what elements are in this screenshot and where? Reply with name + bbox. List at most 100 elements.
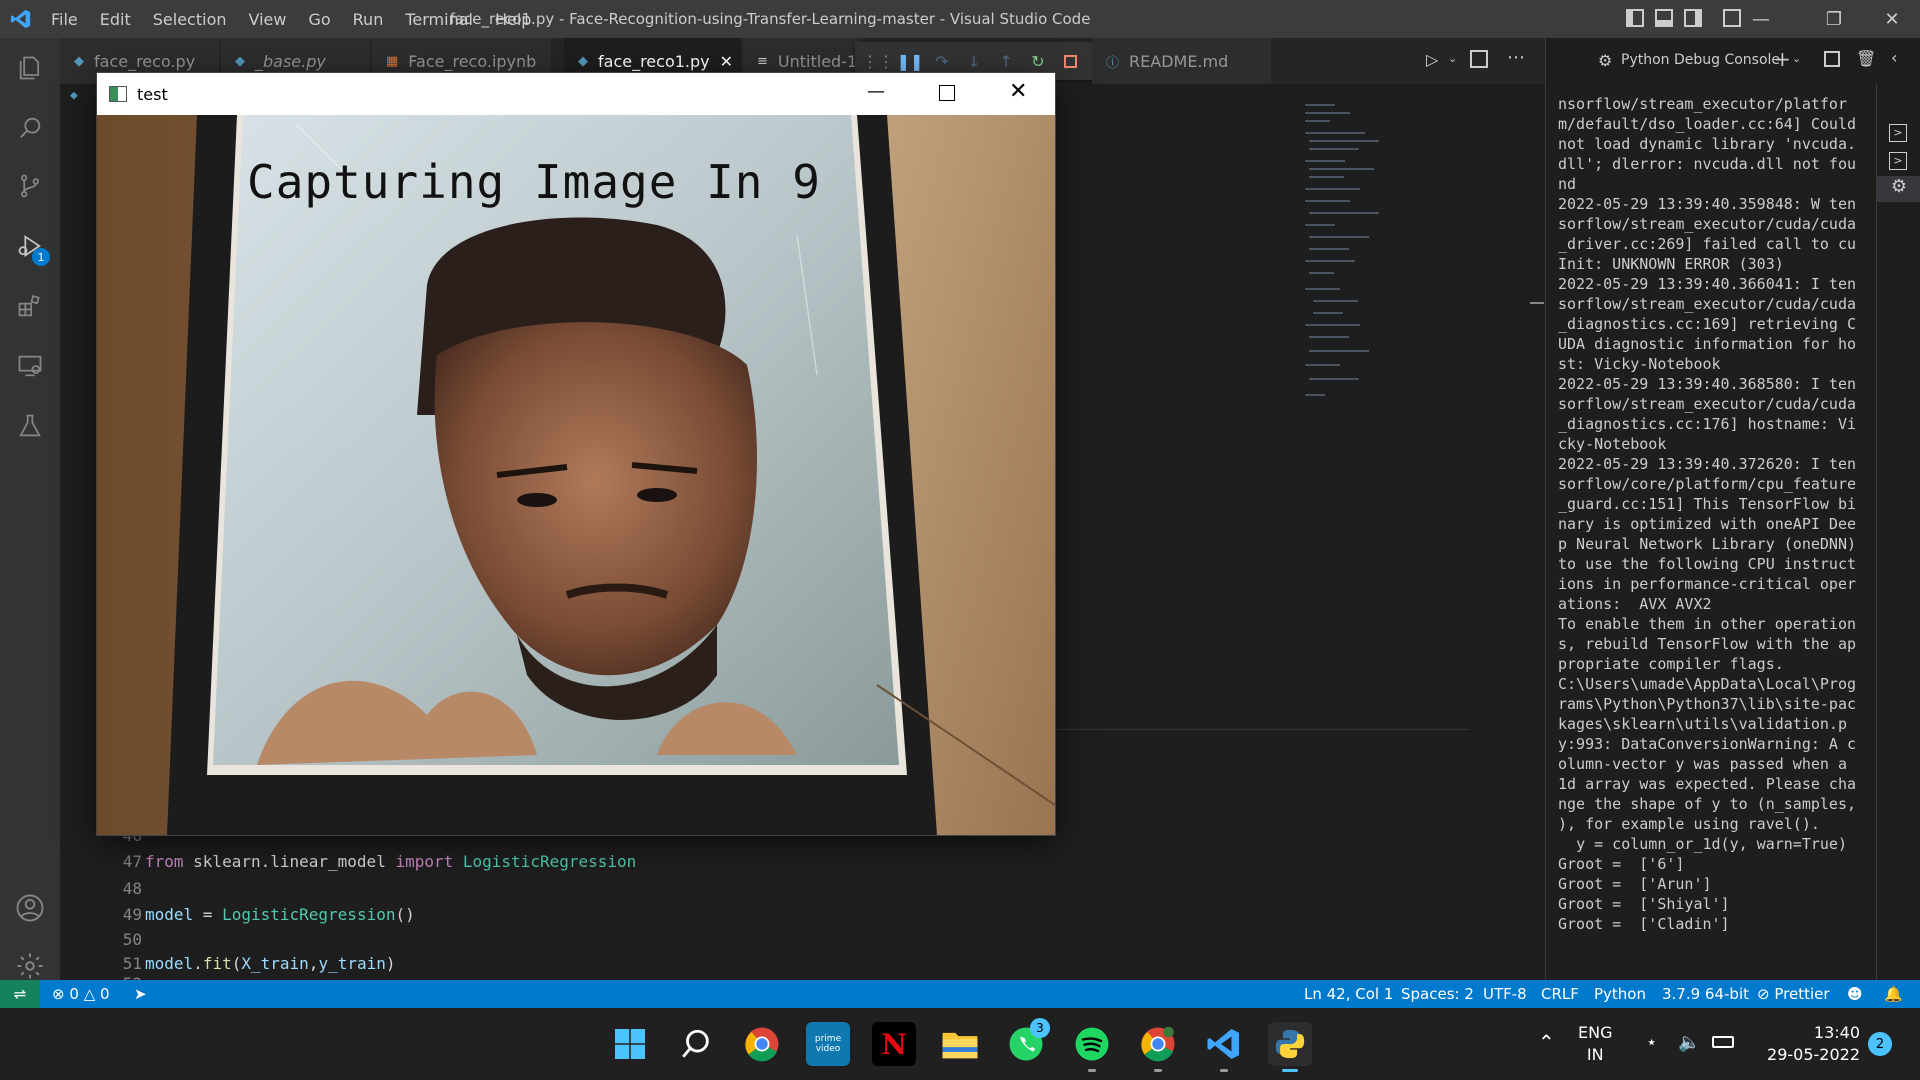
camera-minimize-button[interactable]: —: [867, 81, 885, 102]
python-file-icon: ◆: [74, 53, 84, 69]
toggle-panel-icon[interactable]: [1655, 9, 1673, 27]
close-button[interactable]: ✕: [1864, 0, 1920, 38]
prime-video-icon[interactable]: prime video: [806, 1022, 850, 1066]
encoding[interactable]: UTF-8: [1483, 980, 1527, 1008]
source-control-icon[interactable]: [12, 168, 48, 204]
tab-readme[interactable]: ⓘ README.md: [1092, 38, 1272, 84]
whatsapp-badge: 3: [1030, 1018, 1050, 1038]
breadcrumb-file-icon: ◆: [70, 88, 78, 103]
run-dropdown-icon[interactable]: ⌄: [1448, 52, 1457, 65]
prettier-status[interactable]: ⊘ Prettier: [1757, 980, 1830, 1008]
python-file-icon: ◆: [578, 53, 588, 69]
accounts-icon[interactable]: [12, 890, 48, 926]
menu-edit[interactable]: Edit: [89, 10, 142, 29]
menu-file[interactable]: File: [40, 10, 89, 29]
camera-maximize-button[interactable]: [939, 85, 955, 101]
menu-help[interactable]: Help: [484, 10, 542, 29]
live-share-icon[interactable]: ➤: [134, 980, 147, 1008]
console-output[interactable]: nsorflow/stream_executor/platform/defaul…: [1558, 94, 1858, 934]
search-icon[interactable]: [12, 110, 48, 146]
camera-preview-window[interactable]: test — ✕ Capturing Image In 9: [96, 72, 1056, 836]
prettier-icon: ⊘: [1757, 985, 1770, 1003]
new-terminal-icon[interactable]: +: [1774, 47, 1791, 71]
taskbar-search-icon[interactable]: [674, 1022, 718, 1066]
vscode-logo-icon[interactable]: [10, 8, 32, 30]
python-taskbar-icon[interactable]: [1268, 1022, 1312, 1072]
minimize-button[interactable]: —: [1733, 0, 1789, 38]
menu-bar: File Edit Selection View Go Run Terminal…: [40, 10, 542, 29]
file-explorer-icon[interactable]: [938, 1022, 982, 1066]
menu-selection[interactable]: Selection: [142, 10, 238, 29]
scrollbar-marker[interactable]: [1530, 302, 1544, 304]
step-out-icon[interactable]: ↑: [995, 50, 1017, 72]
status-bar: ⇌ ⊗ 0 △ 0 ➤ Ln 42, Col 1 Spaces: 2 UTF-8…: [0, 980, 1920, 1008]
pause-icon[interactable]: ❚❚: [897, 50, 924, 72]
line-number: 49: [122, 905, 142, 924]
kill-terminal-icon[interactable]: 🗑: [1856, 49, 1876, 68]
camera-window-titlebar[interactable]: test — ✕: [97, 73, 1055, 115]
camera-frame: Capturing Image In 9: [97, 115, 1055, 835]
show-hidden-icons-icon[interactable]: ⌃: [1538, 1030, 1555, 1054]
drag-handle-icon[interactable]: ⋮⋮: [862, 50, 894, 72]
testing-icon[interactable]: [12, 408, 48, 444]
split-terminal-icon[interactable]: [1824, 51, 1840, 67]
terminal-list-item-icon[interactable]: >: [1889, 152, 1907, 170]
toggle-primary-sidebar-icon[interactable]: [1626, 9, 1644, 27]
remote-indicator[interactable]: ⇌: [0, 980, 40, 1008]
debug-console-icon: ⚙: [1598, 51, 1613, 70]
menu-terminal[interactable]: Terminal: [394, 10, 484, 29]
notifications-bell-icon[interactable]: 🔔: [1884, 980, 1903, 1008]
battery-icon[interactable]: [1712, 1036, 1734, 1048]
terminal-dropdown-icon[interactable]: ⌄: [1792, 52, 1801, 65]
menu-view[interactable]: View: [238, 10, 298, 29]
manage-gear-icon[interactable]: [12, 948, 48, 984]
more-actions-icon[interactable]: ⋯: [1507, 47, 1525, 68]
text-file-icon: ≡: [757, 53, 768, 69]
camera-close-button[interactable]: ✕: [1009, 79, 1027, 104]
split-editor-icon[interactable]: [1470, 50, 1488, 68]
debug-console-list-icon[interactable]: ⚙: [1877, 176, 1920, 202]
menu-run[interactable]: Run: [342, 10, 395, 29]
problems-indicator[interactable]: ⊗ 0 △ 0: [52, 980, 110, 1008]
chrome-profile-icon[interactable]: [1136, 1022, 1180, 1072]
restart-icon[interactable]: ↻: [1027, 50, 1049, 72]
notification-count-badge[interactable]: 2: [1868, 1032, 1892, 1056]
remote-explorer-icon[interactable]: [12, 348, 48, 384]
start-button-icon[interactable]: [608, 1022, 652, 1066]
notebook-file-icon: ▦: [386, 53, 399, 69]
run-file-icon[interactable]: ▷: [1426, 50, 1438, 69]
editor-divider: [1000, 729, 1470, 730]
title-bar: File Edit Selection View Go Run Terminal…: [0, 0, 1920, 38]
collapse-panel-icon[interactable]: ‹: [1891, 48, 1897, 67]
toggle-secondary-sidebar-icon[interactable]: [1684, 9, 1702, 27]
menu-go[interactable]: Go: [297, 10, 341, 29]
spotify-icon[interactable]: [1070, 1022, 1114, 1072]
error-icon: ⊗: [52, 985, 65, 1003]
language-mode[interactable]: Python: [1594, 980, 1646, 1008]
netflix-icon[interactable]: N: [872, 1022, 916, 1066]
warning-icon: △: [83, 985, 96, 1003]
close-tab-icon[interactable]: ✕: [720, 52, 733, 71]
clock[interactable]: 13:40 29-05-2022: [1760, 1022, 1860, 1066]
restore-button[interactable]: ❐: [1806, 0, 1862, 38]
line-number: 50: [122, 930, 142, 949]
indentation[interactable]: Spaces: 2: [1401, 980, 1474, 1008]
python-interpreter[interactable]: 3.7.9 64-bit: [1662, 980, 1749, 1008]
feedback-icon[interactable]: ☻: [1847, 980, 1863, 1008]
line-ending[interactable]: CRLF: [1541, 980, 1579, 1008]
volume-icon[interactable]: 🔈: [1678, 1032, 1700, 1053]
extensions-icon[interactable]: [12, 288, 48, 324]
step-over-icon[interactable]: ↷: [931, 50, 953, 72]
chrome-icon[interactable]: [740, 1022, 784, 1066]
step-into-icon[interactable]: ↓: [963, 50, 985, 72]
wifi-icon[interactable]: ⋆: [1646, 1032, 1657, 1053]
terminal-list-item-icon[interactable]: >: [1889, 124, 1907, 142]
panel-title[interactable]: Python Debug Console: [1621, 52, 1780, 68]
whatsapp-icon[interactable]: 3: [1004, 1018, 1050, 1066]
vscode-taskbar-icon[interactable]: [1202, 1022, 1246, 1072]
cursor-position[interactable]: Ln 42, Col 1: [1304, 980, 1393, 1008]
minimap[interactable]: [1305, 104, 1425, 444]
language-indicator[interactable]: ENG IN: [1578, 1022, 1612, 1066]
explorer-icon[interactable]: [12, 50, 48, 86]
stop-icon[interactable]: [1059, 50, 1081, 72]
